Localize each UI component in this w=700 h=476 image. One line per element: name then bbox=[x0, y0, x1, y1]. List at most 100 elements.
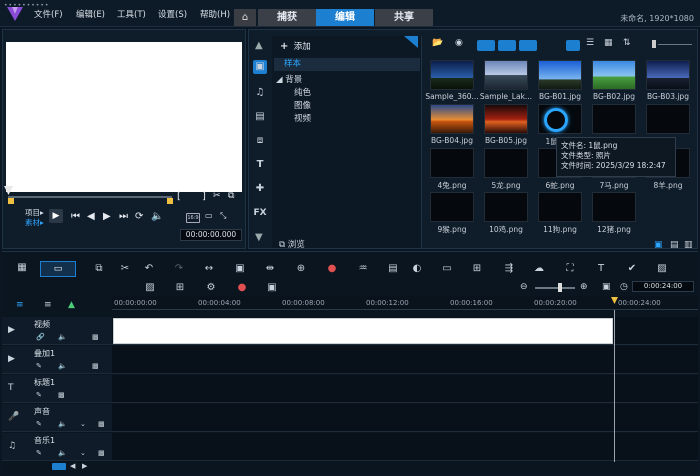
preview-timecode[interactable]: 00:00:00.000 bbox=[180, 229, 242, 241]
scroll-right-icon[interactable]: ▶ bbox=[82, 462, 87, 470]
media-thumbnail[interactable] bbox=[592, 192, 636, 222]
filter-photo-button[interactable] bbox=[498, 40, 516, 51]
record-icon[interactable]: ◉ bbox=[455, 38, 463, 48]
media-thumbnail[interactable] bbox=[430, 192, 474, 222]
redo-icon[interactable]: ↷ bbox=[172, 262, 186, 276]
thumb-size-track[interactable] bbox=[658, 44, 692, 45]
video-clip[interactable] bbox=[113, 318, 613, 344]
scroll-left-icon[interactable]: ◀ bbox=[70, 462, 75, 470]
library-layout-icon[interactable]: ▥ bbox=[684, 240, 693, 250]
scroll-up-icon[interactable]: ▲ bbox=[255, 40, 263, 51]
media-thumbnail[interactable] bbox=[538, 60, 582, 90]
tree-item-solid[interactable]: 纯色 bbox=[294, 86, 311, 98]
track-expand-icon[interactable]: ⌄ bbox=[80, 449, 86, 457]
trim-end-marker[interactable] bbox=[167, 198, 173, 204]
media-thumbnail[interactable] bbox=[592, 104, 636, 134]
home-icon[interactable]: ⌂ bbox=[234, 9, 256, 26]
filter-video-button[interactable] bbox=[477, 40, 495, 51]
3d-title-icon[interactable]: T bbox=[594, 262, 608, 276]
scrubber-track[interactable] bbox=[8, 196, 172, 198]
ripple-icon[interactable]: ⊕ bbox=[294, 262, 308, 276]
menu-help[interactable]: 帮助(H) bbox=[200, 8, 230, 20]
timeline-view-button[interactable]: ▭ bbox=[40, 261, 76, 277]
grid-view-button[interactable] bbox=[566, 40, 580, 51]
title-icon[interactable]: T bbox=[253, 158, 267, 172]
tab-edit[interactable]: 编辑 bbox=[316, 9, 374, 26]
snapshot-icon[interactable]: ▣ bbox=[233, 262, 247, 276]
track-visibility-icon[interactable]: ▩ bbox=[92, 362, 99, 370]
track-lock-icon[interactable]: 🔗 bbox=[36, 333, 45, 341]
details-view-icon[interactable]: ▦ bbox=[604, 38, 613, 48]
track-lane-title[interactable] bbox=[112, 375, 698, 403]
music-icon[interactable]: ♫ bbox=[253, 86, 267, 100]
track-lock-icon[interactable]: ✎ bbox=[36, 391, 42, 399]
path-icon[interactable]: ☁ bbox=[532, 262, 546, 276]
panel-grip[interactable]: •••••••••• bbox=[4, 2, 49, 9]
track-visibility-icon[interactable]: ▩ bbox=[98, 420, 105, 428]
check-icon[interactable]: ✔ bbox=[625, 262, 639, 276]
filter-audio-button[interactable] bbox=[519, 40, 537, 51]
layout-icon[interactable]: ▭ bbox=[205, 211, 213, 220]
zoom-slider[interactable] bbox=[535, 287, 575, 289]
media-thumbnail[interactable] bbox=[646, 104, 690, 134]
add-chapter-icon[interactable]: ≡ bbox=[44, 300, 52, 310]
list-view-icon[interactable]: ☰ bbox=[586, 38, 594, 48]
track-volume-icon[interactable]: 🔈 bbox=[58, 333, 67, 341]
instant-project-icon[interactable]: ▤ bbox=[253, 110, 267, 124]
split-screen-icon[interactable]: ⊞ bbox=[470, 262, 484, 276]
menu-settings[interactable]: 设置(S) bbox=[158, 8, 187, 20]
mark-in-button[interactable]: [ bbox=[177, 191, 181, 202]
prev-frame-icon[interactable]: ◀ bbox=[87, 211, 95, 222]
sort-icon[interactable]: ⇅ bbox=[623, 38, 631, 48]
copy-icon[interactable]: ⧉ bbox=[92, 262, 106, 276]
record-voice-icon[interactable]: ⚙ bbox=[204, 281, 218, 295]
track-lock-icon[interactable]: ✎ bbox=[36, 449, 42, 457]
mic-icon[interactable]: ● bbox=[235, 281, 249, 295]
tab-capture[interactable]: 捕获 bbox=[258, 9, 316, 26]
media-thumbnail[interactable] bbox=[430, 104, 474, 134]
multicam-icon[interactable]: ▤ bbox=[386, 262, 400, 276]
track-visibility-icon[interactable]: ▩ bbox=[98, 449, 105, 457]
split-icon[interactable]: ✂ bbox=[213, 191, 221, 201]
fit-timeline-icon[interactable]: ↔ bbox=[202, 262, 216, 276]
media-thumbnail[interactable] bbox=[430, 60, 474, 90]
auto-music-icon[interactable]: ▨ bbox=[143, 281, 157, 295]
repeat-icon[interactable]: ⟳ bbox=[135, 211, 143, 222]
media-thumbnail[interactable] bbox=[538, 192, 582, 222]
home-start-icon[interactable]: ⏮ bbox=[71, 211, 80, 222]
undo-icon[interactable]: ↶ bbox=[142, 262, 156, 276]
resize-icon[interactable]: ⤡ bbox=[220, 211, 226, 221]
media-thumbnail[interactable] bbox=[430, 148, 474, 178]
subtitle-icon[interactable]: ▭ bbox=[440, 262, 454, 276]
zoom-handle[interactable] bbox=[558, 283, 562, 292]
mask-icon[interactable]: ◐ bbox=[410, 262, 424, 276]
mixer-icon[interactable]: ▣ bbox=[265, 281, 279, 295]
track-volume-icon[interactable]: 🔈 bbox=[58, 362, 67, 370]
track-volume-icon[interactable]: 🔈 bbox=[58, 449, 67, 457]
aspect-ratio-icon[interactable]: 16:9 bbox=[186, 213, 200, 223]
timeline-scroll-handle[interactable] bbox=[52, 463, 66, 470]
settings-icon[interactable]: ▨ bbox=[655, 262, 669, 276]
expand-library-icon[interactable]: ▣ bbox=[654, 240, 663, 250]
media-thumbnail[interactable] bbox=[484, 192, 528, 222]
tree-item-image[interactable]: 图像 bbox=[294, 99, 311, 111]
end-icon[interactable]: ⏭ bbox=[119, 211, 128, 222]
track-lock-icon[interactable]: ✎ bbox=[36, 362, 42, 370]
volume-icon[interactable]: 🔈 bbox=[151, 211, 163, 222]
thumb-size-slider[interactable] bbox=[652, 40, 656, 48]
mark-out-button[interactable]: ] bbox=[202, 191, 206, 202]
trim-start-marker[interactable] bbox=[8, 198, 14, 204]
media-thumbnail[interactable] bbox=[484, 104, 528, 134]
media-thumbnail[interactable] bbox=[484, 148, 528, 178]
track-visibility-icon[interactable]: ▩ bbox=[58, 391, 65, 399]
motion-icon[interactable]: ⇶ bbox=[502, 262, 516, 276]
tree-item-video[interactable]: 视频 bbox=[294, 112, 311, 124]
browse-button[interactable]: ⧉ 浏览 bbox=[279, 238, 305, 250]
media-thumbnail[interactable] bbox=[484, 60, 528, 90]
tree-item-background[interactable]: ◢ 背景 bbox=[276, 73, 302, 85]
tools-icon[interactable]: ✂ bbox=[118, 262, 132, 276]
media-thumbnail[interactable] bbox=[592, 60, 636, 90]
media-thumbnail[interactable] bbox=[646, 60, 690, 90]
track-visibility-icon[interactable]: ▩ bbox=[92, 333, 99, 341]
menu-tools[interactable]: 工具(T) bbox=[117, 8, 146, 20]
